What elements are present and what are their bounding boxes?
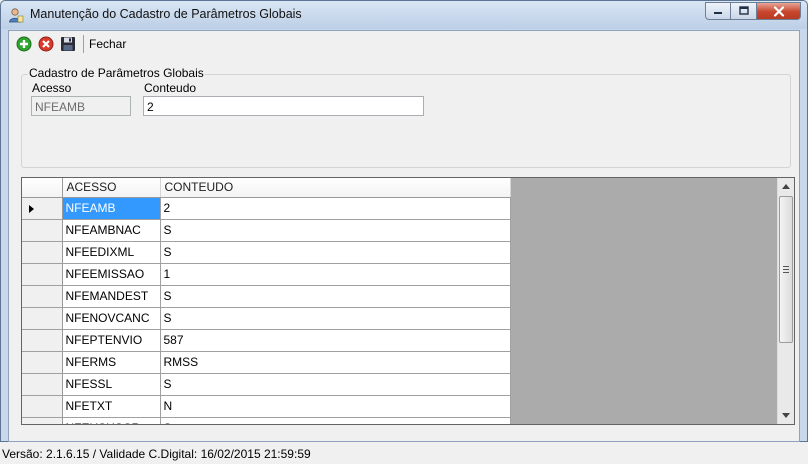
close-form-button[interactable]: Fechar (89, 37, 126, 51)
table-row[interactable]: NFEAMBNAC S (22, 219, 511, 242)
grid-corner-header[interactable] (22, 178, 63, 198)
row-header[interactable] (22, 285, 63, 308)
conteudo-field[interactable]: 2 (143, 96, 424, 116)
scroll-grip-icon (783, 266, 789, 273)
add-button[interactable] (13, 33, 35, 55)
scroll-down-arrow-icon (782, 413, 790, 418)
cell-acesso[interactable]: NFERMS (62, 351, 161, 374)
cell-conteudo[interactable]: 587 (160, 329, 511, 352)
conteudo-label: Conteudo (144, 81, 197, 95)
row-header[interactable] (22, 197, 63, 220)
row-header[interactable] (22, 373, 63, 396)
form-client-area: Fechar Cadastro de Parâmetros Globais Ac… (8, 30, 800, 442)
group-box-title: Cadastro de Parâmetros Globais (28, 66, 205, 80)
cell-conteudo[interactable]: 2 (160, 197, 511, 220)
window-title: Manutenção do Cadastro de Parâmetros Glo… (30, 7, 302, 21)
title-bar[interactable]: Manutenção do Cadastro de Parâmetros Glo… (1, 1, 807, 29)
row-header[interactable] (22, 307, 63, 330)
row-header[interactable] (22, 351, 63, 374)
grid-vertical-scrollbar[interactable] (777, 178, 794, 424)
cell-acesso[interactable]: NFEAMB (62, 197, 161, 220)
close-window-button[interactable] (757, 2, 801, 20)
minimize-button[interactable] (705, 2, 731, 20)
table-row[interactable]: NFEAMB 2 (22, 197, 511, 220)
row-header[interactable] (22, 329, 63, 352)
cell-conteudo[interactable]: S (160, 241, 511, 264)
close-icon (773, 5, 784, 17)
status-bar-text: Versão: 2.1.6.15 / Validade C.Digital: 1… (2, 447, 311, 461)
cell-conteudo[interactable]: S (160, 285, 511, 308)
table-row[interactable]: NFEPTENVIO 587 (22, 329, 511, 352)
cell-acesso[interactable]: NFEAMBNAC (62, 219, 161, 242)
application-window: Manutenção do Cadastro de Parâmetros Glo… (0, 0, 808, 442)
table-row[interactable]: NFENOVCANC S (22, 307, 511, 330)
cell-acesso[interactable]: NFEPTENVIO (62, 329, 161, 352)
table-row[interactable]: NFEMANDEST S (22, 285, 511, 308)
cancel-red-circle-icon (38, 36, 54, 51)
parameters-group-box (21, 74, 791, 168)
cell-conteudo[interactable]: 1 (160, 263, 511, 286)
save-button[interactable] (57, 33, 79, 55)
cancel-button[interactable] (35, 33, 57, 55)
cell-acesso[interactable]: NFEUSUSCR (62, 417, 161, 424)
row-header[interactable] (22, 219, 63, 242)
row-header[interactable] (22, 395, 63, 418)
caption-buttons (705, 2, 801, 20)
cell-conteudo[interactable]: S (160, 373, 511, 396)
cell-acesso[interactable]: NFETXT (62, 395, 161, 418)
cell-acesso[interactable]: NFESSL (62, 373, 161, 396)
row-header[interactable] (22, 241, 63, 264)
screen: Manutenção do Cadastro de Parâmetros Glo… (0, 0, 808, 464)
acesso-label: Acesso (32, 81, 72, 95)
table-row[interactable]: NFERMS RMSS (22, 351, 511, 374)
maximize-icon (738, 6, 749, 15)
cell-conteudo[interactable]: N (160, 395, 511, 418)
floppy-disk-icon (61, 36, 75, 51)
column-header-conteudo[interactable]: CONTEUDO (160, 178, 511, 198)
grid-table: ACESSO CONTEUDO NFEAMB 2 NFEAMBNAC S NFEEDIX… (22, 178, 511, 424)
toolbar-separator (83, 34, 84, 53)
table-row[interactable]: NFEEMISSAO 1 (22, 263, 511, 286)
table-row[interactable]: NFEUSUSCRS (22, 417, 511, 424)
app-user-icon (9, 8, 24, 23)
cell-conteudo[interactable]: RMSS (160, 351, 511, 374)
cell-acesso[interactable]: NFEEDIXML (62, 241, 161, 264)
current-row-arrow-icon (29, 204, 34, 213)
add-green-circle-icon (16, 36, 32, 51)
scroll-thumb[interactable] (779, 196, 793, 343)
cell-acesso[interactable]: NFEMANDEST (62, 285, 161, 308)
row-header[interactable] (22, 263, 63, 286)
parameters-grid[interactable]: ACESSO CONTEUDO NFEAMB 2 NFEAMBNAC S NFEEDIX… (21, 177, 795, 425)
column-header-acesso[interactable]: ACESSO (62, 178, 161, 198)
row-header[interactable] (22, 417, 63, 424)
scroll-down-button[interactable] (778, 407, 794, 424)
scroll-up-arrow-icon (782, 184, 790, 189)
cell-acesso[interactable]: NFENOVCANC (62, 307, 161, 330)
minimize-icon (714, 12, 722, 14)
cell-conteudo[interactable]: S (160, 307, 511, 330)
toolbar: Fechar (9, 31, 799, 56)
maximize-button[interactable] (731, 2, 757, 20)
cell-conteudo[interactable]: S (160, 219, 511, 242)
table-row[interactable]: NFESSL S (22, 373, 511, 396)
acesso-field[interactable]: NFEAMB (31, 96, 131, 116)
table-row[interactable]: NFETXT N (22, 395, 511, 418)
cell-conteudo[interactable]: S (160, 417, 511, 424)
scroll-up-button[interactable] (778, 178, 794, 195)
table-row[interactable]: NFEEDIXML S (22, 241, 511, 264)
grid-body: NFEAMB 2 NFEAMBNAC S NFEEDIXML S NFEEMISSAO 1 NF… (22, 197, 511, 424)
cell-acesso[interactable]: NFEEMISSAO (62, 263, 161, 286)
